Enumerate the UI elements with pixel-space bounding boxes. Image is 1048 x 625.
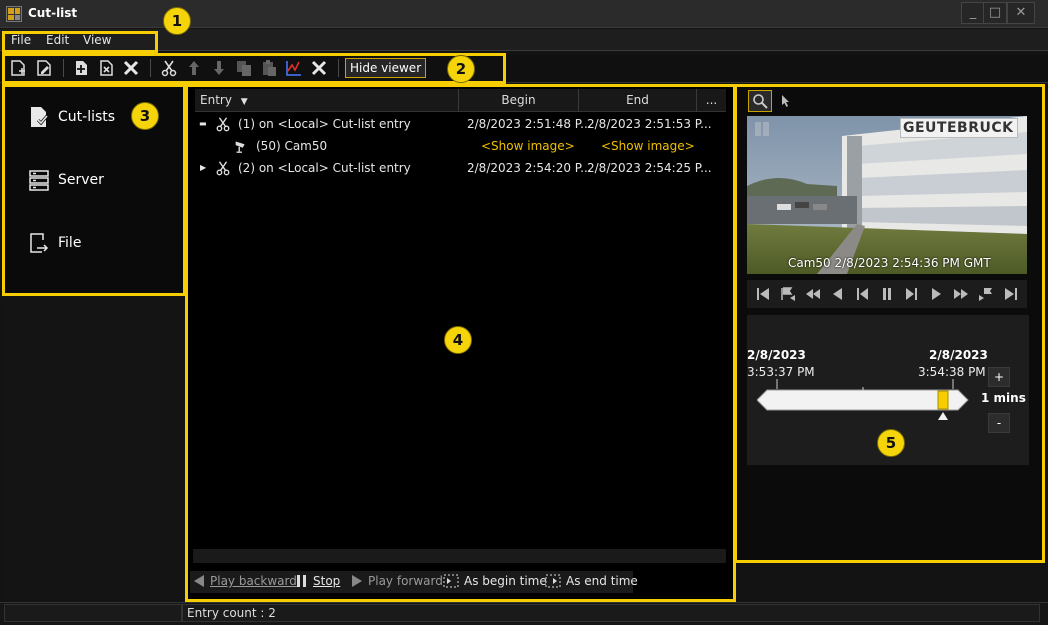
minimize-button[interactable]: _ bbox=[961, 2, 985, 24]
callout-badge-4: 4 bbox=[444, 326, 472, 354]
callout-badge-1: 1 bbox=[163, 7, 191, 35]
callout-badge-5: 5 bbox=[877, 429, 905, 457]
window-title: Cut-list bbox=[28, 6, 78, 20]
callout-box-1 bbox=[2, 31, 158, 53]
title-bar bbox=[0, 0, 1048, 28]
status-cell-left bbox=[4, 604, 182, 622]
callout-badge-2: 2 bbox=[447, 55, 475, 83]
close-button[interactable]: ✕ bbox=[1007, 2, 1035, 24]
callout-badge-3: 3 bbox=[131, 102, 159, 130]
entry-count-status: Entry count : 2 bbox=[182, 604, 1040, 622]
callout-box-5 bbox=[734, 84, 1045, 563]
callout-box-2 bbox=[2, 53, 506, 84]
left-empty-area bbox=[5, 298, 185, 600]
app-logo-icon bbox=[6, 6, 22, 22]
maximize-button[interactable]: □ bbox=[983, 2, 1007, 24]
